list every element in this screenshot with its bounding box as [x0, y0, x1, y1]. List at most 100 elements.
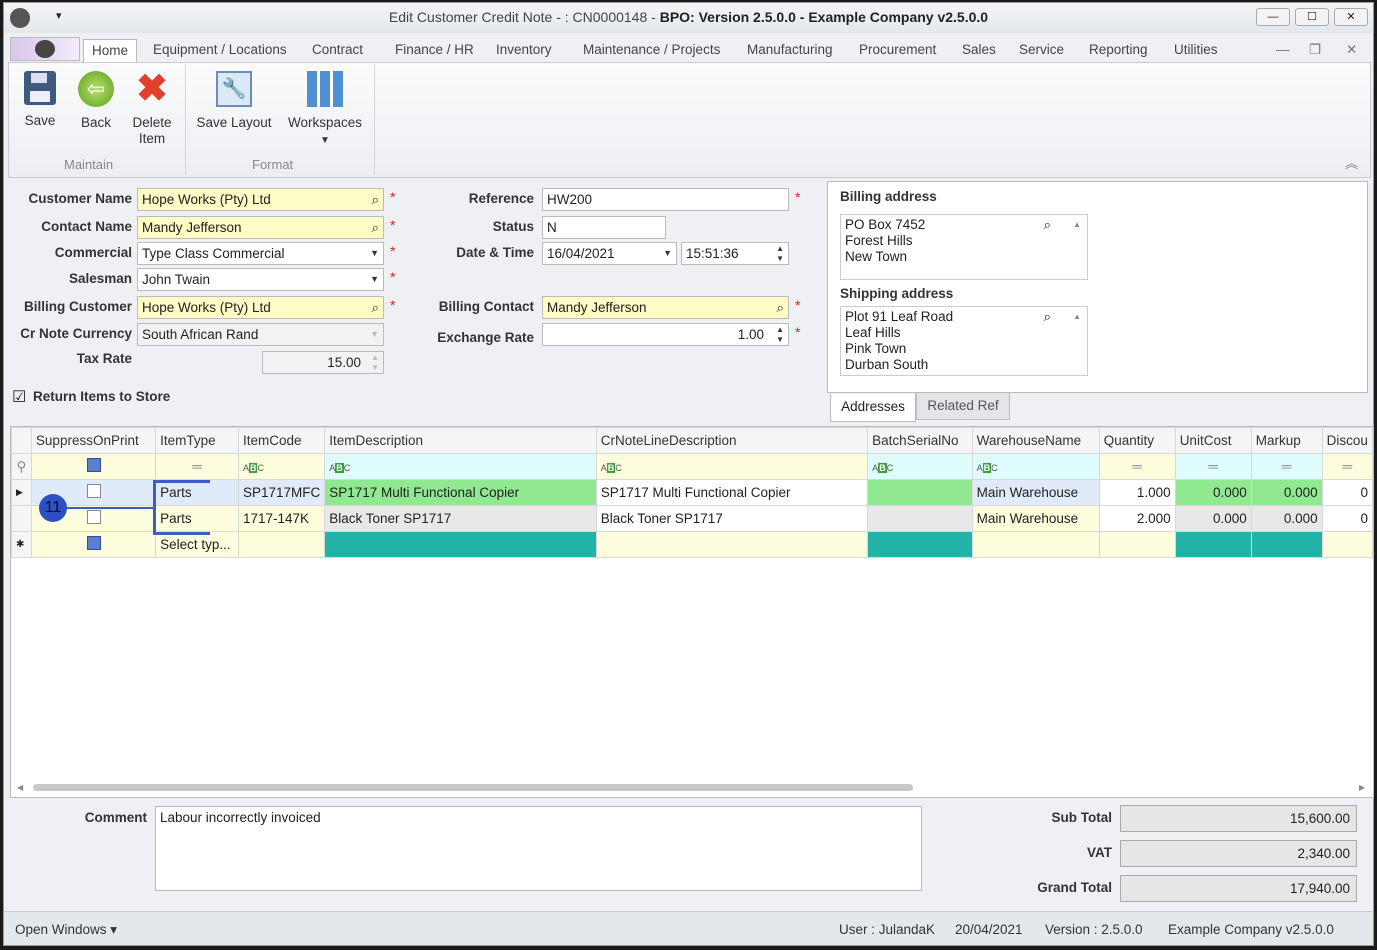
salesman-dropdown[interactable]: John Twain ▼	[137, 268, 384, 291]
app-menu-button[interactable]	[10, 37, 80, 61]
unit-cost-cell[interactable]: 0.000	[1174, 505, 1252, 532]
workspaces-button[interactable]: Workspaces ▼	[285, 71, 365, 149]
close-button[interactable]: ✕	[1334, 8, 1368, 26]
search-icon[interactable]: ⌕	[1043, 309, 1051, 325]
search-icon[interactable]: ⌕	[371, 217, 379, 238]
spinner-icon[interactable]: ▲ ▼	[371, 353, 379, 373]
filter-cell[interactable]: ═	[1250, 453, 1323, 480]
line-description-cell[interactable]	[595, 531, 869, 558]
contact-name-field[interactable]: Mandy Jefferson ⌕	[137, 216, 384, 239]
item-code-cell[interactable]	[237, 531, 326, 558]
mdi-restore-icon[interactable]: ❐	[1309, 39, 1321, 63]
column-header[interactable]: Markup	[1250, 427, 1323, 454]
warehouse-cell[interactable]: Main Warehouse	[971, 479, 1100, 506]
tab-manufacturing[interactable]: Manufacturing	[747, 39, 833, 63]
column-header[interactable]: Quantity	[1098, 427, 1176, 454]
quick-access-dropdown-icon[interactable]: ▾	[56, 9, 62, 22]
spinner-icon[interactable]: ▲ ▼	[776, 325, 784, 345]
tab-utilities[interactable]: Utilities	[1174, 39, 1218, 63]
tab-sales[interactable]: Sales	[962, 39, 996, 63]
reference-field[interactable]: HW200	[542, 188, 789, 211]
chevron-down-icon[interactable]: ▼	[370, 243, 379, 264]
filter-cell[interactable]: ABC	[595, 453, 869, 480]
tab-addresses[interactable]: Addresses	[830, 394, 916, 422]
comment-textarea[interactable]: Labour incorrectly invoiced	[155, 806, 922, 891]
scrollbar[interactable]: ▲	[1073, 309, 1081, 325]
filter-cell[interactable]: ═	[1174, 453, 1252, 480]
quantity-cell[interactable]	[1098, 531, 1176, 558]
back-button[interactable]: ⇦ Back	[73, 71, 119, 131]
table-row[interactable]: Parts 1717-147K Black Toner SP1717 Black…	[11, 505, 1373, 532]
item-description-cell[interactable]: SP1717 Multi Functional Copier	[324, 479, 597, 506]
filter-cell[interactable]: ═	[155, 453, 239, 480]
tab-contract[interactable]: Contract	[312, 39, 363, 63]
batch-serial-cell[interactable]	[867, 505, 973, 532]
filter-cell[interactable]: ABC	[237, 453, 326, 480]
item-description-cell[interactable]	[324, 531, 597, 558]
quantity-cell[interactable]: 1.000	[1098, 479, 1176, 506]
minimize-button[interactable]: —	[1256, 8, 1290, 26]
line-description-cell[interactable]: Black Toner SP1717	[595, 505, 869, 532]
horizontal-scrollbar[interactable]	[33, 784, 913, 791]
column-header[interactable]: WarehouseName	[971, 427, 1100, 454]
billing-address-box[interactable]: PO Box 7452 Forest Hills New Town ⌕ ▲	[840, 214, 1088, 280]
mdi-close-icon[interactable]: ✕	[1346, 39, 1357, 63]
markup-cell[interactable]	[1250, 531, 1323, 558]
filter-cell[interactable]: ABC	[324, 453, 597, 480]
shipping-address-box[interactable]: Plot 91 Leaf Road Leaf Hills Pink Town D…	[840, 306, 1088, 376]
delete-item-button[interactable]: ✖ Delete Item	[127, 70, 177, 147]
search-icon[interactable]: ⌕	[1043, 217, 1051, 233]
tab-reporting[interactable]: Reporting	[1089, 39, 1148, 63]
unit-cost-cell[interactable]	[1174, 531, 1252, 558]
discount-cell[interactable]: 0	[1321, 505, 1373, 532]
filter-cell[interactable]: ABC	[867, 453, 973, 480]
column-header[interactable]: BatchSerialNo	[867, 427, 973, 454]
quantity-cell[interactable]: 2.000	[1098, 505, 1176, 532]
line-description-cell[interactable]: SP1717 Multi Functional Copier	[595, 479, 869, 506]
chevron-down-icon[interactable]: ▼	[370, 324, 379, 345]
billing-customer-field[interactable]: Hope Works (Pty) Ltd ⌕	[137, 296, 384, 319]
column-header[interactable]: ItemType	[155, 427, 239, 454]
column-header[interactable]: ItemCode	[237, 427, 326, 454]
column-header[interactable]: Discou	[1321, 427, 1373, 454]
search-icon[interactable]: ⌕	[371, 189, 379, 210]
commercial-dropdown[interactable]: Type Class Commercial ▼	[137, 242, 384, 265]
save-layout-button[interactable]: 🔧 Save Layout	[193, 71, 275, 131]
customer-name-field[interactable]: Hope Works (Pty) Ltd ⌕	[137, 188, 384, 211]
scrollbar[interactable]: ▲	[1073, 217, 1081, 233]
tab-procurement[interactable]: Procurement	[859, 39, 936, 63]
scroll-left-icon[interactable]: ◀	[17, 783, 23, 792]
date-picker[interactable]: 16/04/2021 ▼	[542, 242, 677, 265]
exchange-rate-field[interactable]: 1.00 ▲ ▼	[542, 323, 789, 346]
chevron-down-icon[interactable]: ▼	[663, 243, 672, 264]
filter-cell[interactable]: ═	[1321, 453, 1373, 480]
app-logo-icon[interactable]	[10, 8, 30, 28]
return-items-checkbox[interactable]: ☑	[12, 387, 26, 407]
markup-cell[interactable]: 0.000	[1250, 505, 1323, 532]
maximize-button[interactable]: ☐	[1295, 8, 1329, 26]
item-type-cell[interactable]: Select typ...	[155, 531, 239, 558]
spinner-icon[interactable]: ▲ ▼	[776, 244, 784, 264]
table-row[interactable]: ▶ Parts SP1717MFC SP1717 Multi Functiona…	[11, 479, 1373, 506]
tab-related-ref[interactable]: Related Ref	[916, 392, 1010, 420]
filter-cell[interactable]	[30, 453, 157, 480]
search-icon[interactable]: ⌕	[776, 297, 784, 318]
open-windows-button[interactable]: Open Windows ▾	[15, 922, 117, 938]
markup-cell[interactable]: 0.000	[1250, 479, 1323, 506]
tab-finance-hr[interactable]: Finance / HR	[395, 39, 474, 63]
suppress-checkbox[interactable]	[30, 531, 157, 558]
tab-maintenance-projects[interactable]: Maintenance / Projects	[583, 39, 720, 63]
collapse-ribbon-icon[interactable]: ︽	[1345, 153, 1358, 172]
tab-home[interactable]: Home	[83, 39, 138, 63]
discount-cell[interactable]: 0	[1321, 479, 1373, 506]
filter-cell[interactable]: ABC	[971, 453, 1100, 480]
scroll-right-icon[interactable]: ▶	[1359, 783, 1365, 792]
item-code-cell[interactable]: 1717-147K	[237, 505, 326, 532]
item-description-cell[interactable]: Black Toner SP1717	[324, 505, 597, 532]
tab-service[interactable]: Service	[1019, 39, 1064, 63]
column-header[interactable]: CrNoteLineDescription	[595, 427, 869, 454]
billing-contact-field[interactable]: Mandy Jefferson ⌕	[542, 296, 789, 319]
tab-inventory[interactable]: Inventory	[496, 39, 552, 63]
new-row[interactable]: ✱ Select typ...	[11, 531, 1373, 558]
unit-cost-cell[interactable]: 0.000	[1174, 479, 1252, 506]
